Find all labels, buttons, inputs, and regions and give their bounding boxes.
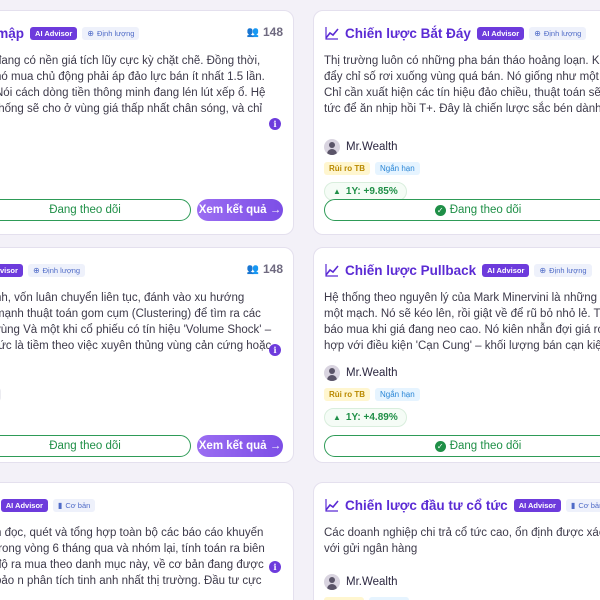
avatar (324, 139, 340, 155)
strategy-type-label: Cơ bản (65, 500, 91, 510)
line-chart-icon (325, 499, 339, 512)
strategy-type-badge: ▮ Cơ bản (52, 498, 96, 512)
ai-advisor-badge: AI Advisor (513, 498, 561, 512)
line-chart-icon (325, 264, 339, 277)
view-results-button[interactable]: Xem kết quả → (197, 199, 283, 221)
strategy-card[interactable]: Chiến lược Pullback AI Advisor ⊕ Định lư… (313, 247, 600, 463)
crosshair-icon: ⊕ (539, 265, 547, 275)
strategy-type-label: Định lượng (96, 28, 135, 38)
bar-chart-icon: ▮ (570, 500, 576, 510)
card-description: Các doanh nghiệp chi trả cổ tức cao, ổn … (324, 527, 600, 555)
strategy-type-label: Định lượng (549, 265, 587, 275)
check-circle-icon: ✓ (434, 204, 446, 216)
follow-label: Đang theo dõi (449, 204, 522, 216)
ai-advisor-badge: AI Advisor (476, 26, 525, 40)
strategy-card[interactable]: Chiến lược đầu tư cổ tức AI Advisor ▮ Cơ… (313, 482, 600, 600)
follower-count-value: 148 (262, 25, 283, 39)
ai-advisor-badge: AI Advisor (0, 498, 48, 512)
strategy-type-badge: ⊕ Định lượng (82, 26, 140, 40)
ai-advisor-badge: AI Advisor (30, 26, 78, 40)
following-button[interactable]: ✓ Đang theo dõi (324, 435, 600, 457)
strategy-type-label: Định lượng (543, 28, 582, 38)
strategy-type-badge: ▮ Cơ bản (565, 498, 600, 512)
author-name: Mr.Wealth (346, 367, 398, 379)
follower-count-value: 148 (262, 262, 283, 276)
bar-chart-icon: ▮ (57, 500, 63, 510)
following-button[interactable]: ✓ Đang theo dõi (324, 199, 600, 221)
follow-label: Đang theo dõi (49, 204, 121, 216)
card-title: Chiến lược Bắt Đáy (345, 25, 471, 41)
strategy-card[interactable]: Advisor ⊕ Định lượng 👥 148 nh, vốn luân … (0, 247, 294, 463)
crosshair-icon: ⊕ (32, 265, 40, 275)
term-tag: Ngắn hạn (375, 388, 420, 401)
strategy-type-badge: ⊕ Định lượng (534, 263, 592, 277)
author[interactable]: Mr.Wealth (324, 365, 398, 381)
strategy-type-label: Cơ bản (578, 500, 600, 510)
avatar (324, 365, 340, 381)
strategy-type-badge: ⊕ Định lượng (529, 26, 587, 40)
info-icon[interactable]: i (269, 118, 281, 130)
following-button[interactable]: Đang theo dõi (0, 435, 191, 457)
strategy-card[interactable]: á mập AI Advisor ⊕ Định lượng 👥 148 đang… (0, 10, 294, 235)
strategy-type-badge: ⊕ Định lượng (27, 263, 86, 277)
info-icon[interactable]: i (269, 561, 281, 573)
performance-badge: ▲ 1Y: +4.89% (324, 408, 407, 427)
follower-count: 👥 148 (247, 25, 283, 39)
card-title: Chiến lược Pullback (345, 262, 477, 278)
follow-label: Đang theo dõi (49, 440, 121, 452)
performance-value: 1Y: +9.85% (345, 186, 398, 197)
strategy-type-label: Định lượng (42, 265, 81, 275)
strategy-card[interactable]: K AI Advisor ▮ Cơ bản n đọc, quét và tổn… (0, 482, 294, 600)
avatar (324, 574, 340, 590)
performance-value: 1Y: +4.89% (345, 412, 398, 423)
users-icon: 👥 (246, 263, 259, 275)
card-description: Thị trường luôn có những pha bán tháo ho… (324, 55, 600, 115)
line-chart-icon (325, 27, 339, 40)
ai-advisor-badge: AI Advisor (482, 263, 530, 277)
users-icon: 👥 (246, 26, 259, 38)
following-button[interactable]: Đang theo dõi (0, 199, 191, 221)
author-name: Mr.Wealth (346, 141, 398, 153)
card-title: á mập (0, 25, 25, 41)
tag-list: Rủi ro TB Ngắn hạn (324, 388, 425, 401)
follow-label: Đang theo dõi (449, 440, 522, 452)
tag (0, 388, 1, 401)
crosshair-icon: ⊕ (87, 28, 94, 38)
author[interactable]: Mr.Wealth (324, 139, 398, 155)
risk-tag: Rủi ro TB (324, 162, 370, 175)
card-title: Chiến lược đầu tư cổ tức (345, 497, 508, 513)
view-results-button[interactable]: Xem kết quả → (197, 435, 283, 457)
author[interactable]: Mr.Wealth (324, 574, 398, 590)
card-description: n đọc, quét và tổng hợp toàn bộ các báo … (0, 527, 265, 587)
strategy-card[interactable]: Chiến lược Bắt Đáy AI Advisor ⊕ Định lượ… (313, 10, 600, 235)
card-description: nh, vốn luân chuyển liên tục, đánh vào x… (0, 292, 272, 352)
arrow-up-icon: ▲ (333, 413, 341, 422)
card-description: đang có nền giá tích lũy cực kỳ chặt chẽ… (0, 55, 266, 115)
term-tag: Ngắn hạn (375, 162, 420, 175)
card-description: Hệ thống theo nguyên lý của Mark Minervi… (324, 292, 600, 352)
arrow-up-icon: ▲ (333, 187, 341, 196)
risk-tag: Rủi ro TB (324, 388, 370, 401)
author-name: Mr.Wealth (346, 576, 398, 588)
check-circle-icon: ✓ (434, 440, 446, 452)
follower-count: 👥 148 (247, 262, 283, 276)
ai-advisor-badge: Advisor (0, 263, 23, 277)
tag-list: Rủi ro TB Ngắn hạn (324, 162, 425, 175)
crosshair-icon: ⊕ (534, 28, 541, 38)
info-icon[interactable]: i (269, 344, 281, 356)
